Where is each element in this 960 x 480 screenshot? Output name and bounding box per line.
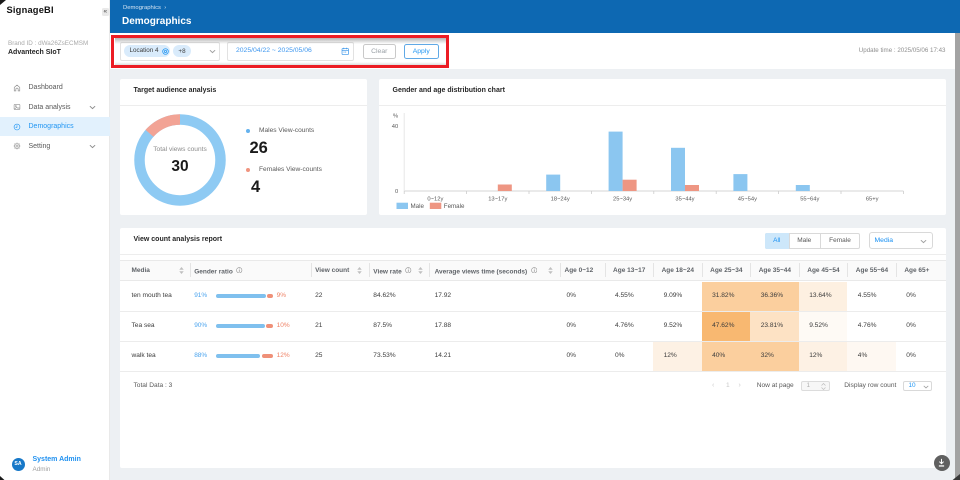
svg-text:%: %: [393, 114, 398, 120]
svg-text:18~24y: 18~24y: [551, 197, 570, 203]
svg-text:65+y: 65+y: [866, 197, 879, 203]
svg-text:40: 40: [392, 124, 398, 130]
svg-text:0: 0: [395, 189, 398, 195]
svg-text:Male: Male: [411, 203, 425, 210]
svg-text:55~64y: 55~64y: [800, 197, 819, 203]
svg-text:13~17y: 13~17y: [488, 197, 507, 203]
svg-text:0~12y: 0~12y: [427, 197, 443, 203]
svg-text:Female: Female: [444, 203, 465, 210]
svg-text:35~44y: 35~44y: [675, 197, 694, 203]
svg-text:25~34y: 25~34y: [613, 197, 632, 203]
svg-text:45~54y: 45~54y: [738, 197, 757, 203]
